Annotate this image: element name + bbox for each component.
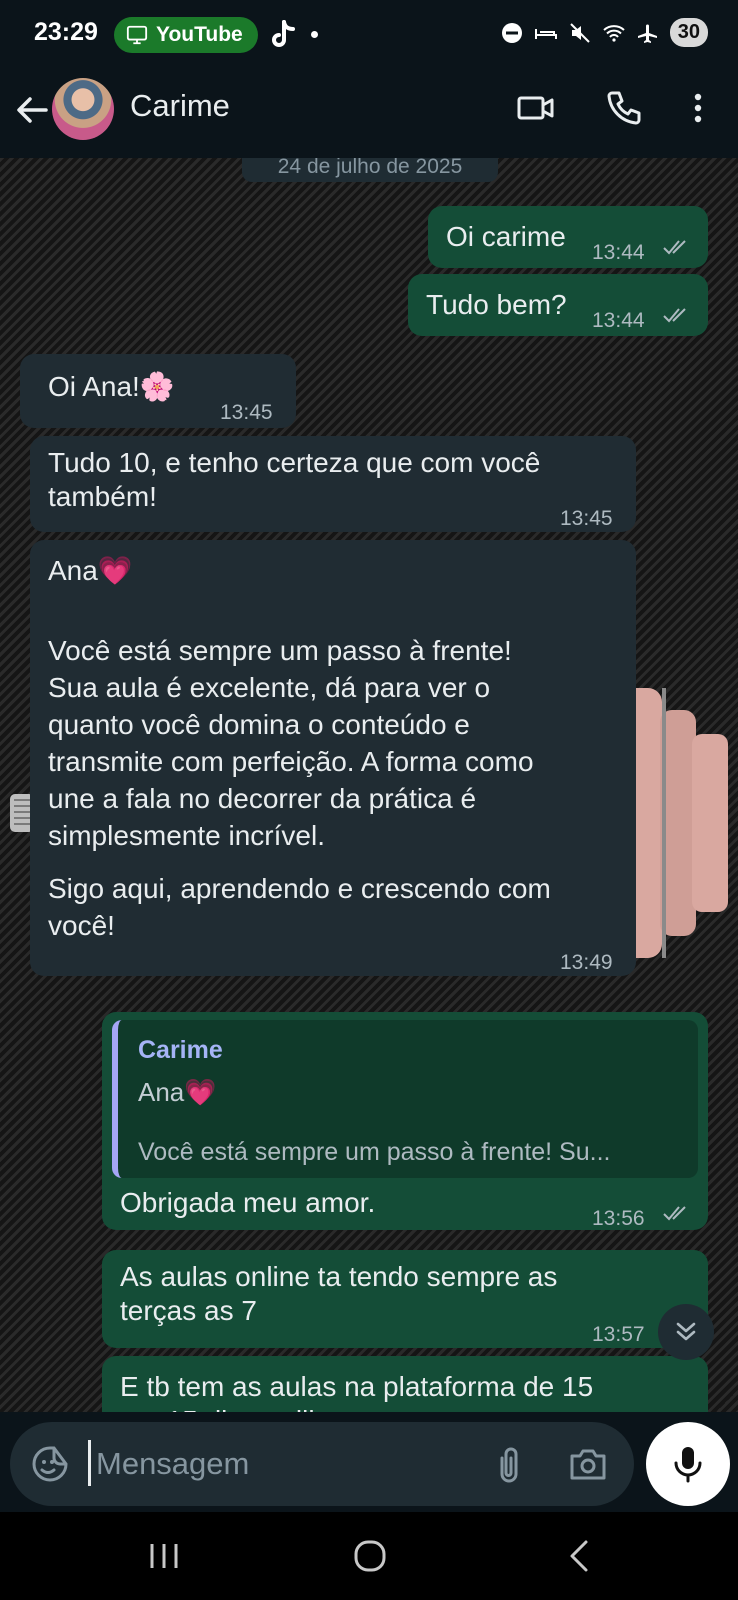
message-time: 13:44 bbox=[592, 309, 645, 332]
message-text-line: transmite com perfeição. A forma como bbox=[48, 746, 534, 777]
message-text-line: Sua aula é excelente, dá para ver o bbox=[48, 672, 491, 703]
contact-name[interactable]: Carime bbox=[130, 88, 230, 124]
monitor-icon bbox=[126, 25, 148, 45]
message-time: 13:45 bbox=[220, 401, 273, 424]
back-arrow-icon[interactable] bbox=[14, 92, 50, 128]
recent-apps-icon[interactable] bbox=[144, 1536, 184, 1576]
message-paragraph: Sigo aqui, aprendendo e crescendo com vo… bbox=[48, 870, 551, 944]
message-bubble-outgoing[interactable]: As aulas online ta tendo sempre as terça… bbox=[102, 1250, 708, 1348]
quoted-sender-name: Carime bbox=[138, 1036, 223, 1064]
tiktok-icon bbox=[272, 20, 295, 47]
back-nav-icon[interactable] bbox=[560, 1536, 600, 1576]
chat-header: Carime bbox=[0, 70, 738, 158]
system-navigation-bar bbox=[0, 1512, 738, 1600]
notification-dot bbox=[311, 31, 318, 38]
home-icon[interactable] bbox=[350, 1536, 390, 1576]
quoted-message[interactable]: Carime Ana💗 Você está sempre um passo à … bbox=[112, 1020, 698, 1178]
message-text-line: também! bbox=[48, 481, 157, 512]
message-paragraph: Você está sempre um passo à frente! Sua … bbox=[48, 632, 534, 854]
message-bubble-outgoing[interactable]: Oi carime 13:44 bbox=[428, 206, 708, 268]
attachment-clip-icon[interactable] bbox=[492, 1444, 526, 1484]
message-bubble-incoming[interactable]: Ana💗 Você está sempre um passo à frente!… bbox=[30, 540, 636, 976]
date-chip: 24 de julho de 2025 bbox=[242, 158, 498, 182]
message-text-line: une a fala no decorrer da prática é bbox=[48, 783, 477, 814]
video-call-icon[interactable] bbox=[516, 88, 556, 128]
message-text-line: Tudo 10, e tenho certeza que com você bbox=[48, 447, 541, 478]
double-chevron-down-icon bbox=[676, 1322, 696, 1341]
message-time: 13:56 bbox=[592, 1207, 645, 1230]
message-input[interactable] bbox=[96, 1438, 476, 1490]
youtube-cast-pill[interactable]: YouTube bbox=[114, 17, 258, 53]
message-text: Obrigada meu amor. bbox=[120, 1187, 376, 1218]
youtube-pill-label: YouTube bbox=[156, 23, 243, 46]
message-time: 13:49 bbox=[560, 951, 613, 974]
text-cursor bbox=[88, 1440, 91, 1486]
message-text-line: você! bbox=[48, 910, 115, 941]
wifi-icon bbox=[603, 24, 625, 42]
message-time: 13:57 bbox=[592, 1323, 645, 1346]
message-text-line: Sigo aqui, aprendendo e crescendo com bbox=[48, 873, 551, 904]
message-text-line: em 15 dias, a libe bbox=[120, 1402, 339, 1412]
message-time: 13:44 bbox=[592, 241, 645, 264]
contact-avatar[interactable] bbox=[52, 78, 114, 140]
read-receipt-icon bbox=[663, 1206, 686, 1221]
message-text: Oi carime bbox=[446, 221, 566, 252]
barbell-sticker bbox=[622, 688, 728, 958]
battery-indicator: 30 bbox=[669, 18, 708, 47]
message-text-line: As aulas online ta tendo sempre as bbox=[120, 1261, 558, 1292]
message-bubble-incoming[interactable]: Tudo 10, e tenho certeza que com você ta… bbox=[30, 436, 636, 532]
message-text-line: Você está sempre um passo à frente! bbox=[48, 635, 512, 666]
message-bubble-outgoing-reply[interactable]: Carime Ana💗 Você está sempre um passo à … bbox=[102, 1012, 708, 1230]
do-not-disturb-icon bbox=[501, 22, 522, 43]
message-text-line: E tb tem as aulas na plataforma de 15 bbox=[120, 1371, 594, 1402]
sleep-mode-icon bbox=[534, 28, 557, 39]
message-greeting: Ana💗 bbox=[48, 555, 133, 586]
read-receipt-icon bbox=[663, 240, 686, 255]
scroll-to-bottom-button[interactable] bbox=[658, 1304, 714, 1360]
quoted-text-preview: Você está sempre um passo à frente! Su..… bbox=[138, 1138, 611, 1166]
chat-area[interactable]: 24 de julho de 2025 Oi carime 13:44 Tudo… bbox=[0, 158, 738, 1412]
camera-icon[interactable] bbox=[568, 1446, 608, 1482]
message-bubble-incoming[interactable]: Oi Ana!🌸 13:45 bbox=[20, 354, 296, 428]
message-text-line: terças as 7 bbox=[120, 1295, 257, 1326]
message-text: Oi Ana!🌸 bbox=[48, 371, 175, 402]
message-bubble-outgoing[interactable]: E tb tem as aulas na plataforma de 15 em… bbox=[102, 1356, 708, 1412]
voice-message-button[interactable] bbox=[646, 1422, 730, 1506]
message-text: Tudo bem? bbox=[426, 289, 567, 320]
voice-call-icon[interactable] bbox=[604, 88, 644, 128]
message-time: 13:45 bbox=[560, 507, 613, 530]
status-bar: 23:29 YouTube 30 bbox=[0, 0, 738, 70]
message-composer bbox=[10, 1422, 634, 1506]
status-clock: 23:29 bbox=[34, 18, 98, 46]
microphone-icon bbox=[674, 1447, 702, 1483]
mute-icon bbox=[570, 22, 590, 43]
message-text-line: simplesmente incrível. bbox=[48, 820, 325, 851]
sticker-emoji-icon[interactable] bbox=[30, 1444, 70, 1484]
message-text-line: quanto você domina o conteúdo e bbox=[48, 709, 470, 740]
status-icons: 30 bbox=[500, 18, 708, 47]
more-options-icon[interactable] bbox=[678, 88, 718, 128]
read-receipt-icon bbox=[663, 308, 686, 323]
message-bubble-outgoing[interactable]: Tudo bem? 13:44 bbox=[408, 274, 708, 336]
quoted-text-line: Ana💗 bbox=[138, 1077, 217, 1107]
airplane-mode-icon bbox=[637, 24, 657, 43]
